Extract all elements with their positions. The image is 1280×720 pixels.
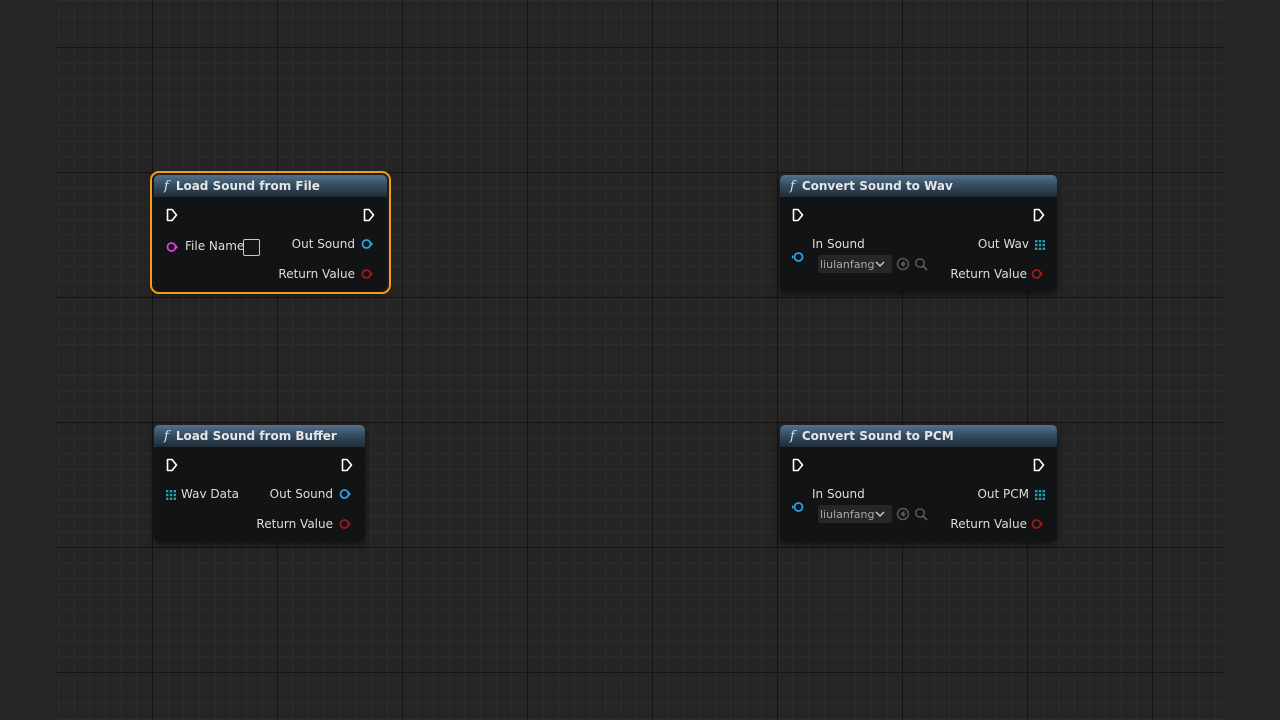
exec-out-pin[interactable] [1033, 458, 1045, 472]
return-value-pin[interactable] [339, 518, 351, 530]
sound-asset-dropdown[interactable]: liulanfang [818, 505, 892, 523]
node-convert-sound-to-wav[interactable]: f Convert Sound to Wav In Sound liulanfa… [780, 175, 1057, 291]
exec-in-pin[interactable] [166, 458, 178, 472]
out-sound-pin[interactable] [339, 488, 351, 500]
chevron-down-icon [875, 261, 885, 268]
out-sound-label: Out Sound [291, 237, 355, 251]
node-header[interactable]: f Convert Sound to Wav [780, 175, 1057, 197]
in-sound-pin[interactable] [792, 251, 804, 263]
return-value-label: Return Value [278, 267, 355, 281]
out-pcm-label: Out PCM [977, 487, 1029, 501]
node-title: Load Sound from File [175, 179, 320, 193]
out-sound-label: Out Sound [269, 487, 333, 501]
file-name-pin[interactable] [166, 241, 178, 253]
exec-in-pin[interactable] [166, 208, 178, 222]
in-sound-pin[interactable] [792, 501, 804, 513]
function-icon: f [164, 428, 169, 444]
exec-in-pin[interactable] [792, 458, 804, 472]
node-title: Load Sound from Buffer [175, 429, 337, 443]
exec-out-pin[interactable] [341, 458, 353, 472]
in-sound-label: In Sound [812, 487, 865, 501]
exec-in-pin[interactable] [792, 208, 804, 222]
node-convert-sound-to-pcm[interactable]: f Convert Sound to PCM In Sound liulanfa… [780, 425, 1057, 541]
in-sound-label: In Sound [812, 237, 865, 251]
return-value-pin[interactable] [361, 268, 373, 280]
return-value-label: Return Value [256, 517, 333, 531]
node-load-sound-from-file[interactable]: f Load Sound from File File Name Out Sou… [150, 171, 391, 294]
chevron-down-icon [875, 511, 885, 518]
function-icon: f [790, 178, 795, 194]
out-wav-pin[interactable] [1035, 240, 1045, 250]
exec-out-pin[interactable] [363, 208, 375, 222]
wav-data-label: Wav Data [181, 487, 240, 501]
node-title: Convert Sound to PCM [801, 429, 954, 443]
return-value-pin[interactable] [1031, 518, 1043, 530]
node-load-sound-from-buffer[interactable]: f Load Sound from Buffer Wav Data Out So… [154, 425, 365, 541]
node-title: Convert Sound to Wav [801, 179, 953, 193]
browse-asset-icon[interactable] [914, 507, 928, 521]
file-name-checkbox[interactable] [243, 239, 260, 256]
graph-canvas[interactable] [56, 0, 1224, 720]
out-wav-label: Out Wav [977, 237, 1029, 251]
browse-asset-icon[interactable] [914, 257, 928, 271]
out-pcm-pin[interactable] [1035, 490, 1045, 500]
node-header[interactable]: f Convert Sound to PCM [780, 425, 1057, 447]
use-selected-asset-icon[interactable] [896, 507, 910, 521]
wav-data-pin[interactable] [166, 490, 176, 500]
return-value-pin[interactable] [1031, 268, 1043, 280]
function-icon: f [164, 178, 169, 194]
exec-out-pin[interactable] [1033, 208, 1045, 222]
node-header[interactable]: f Load Sound from Buffer [154, 425, 365, 447]
return-value-label: Return Value [950, 267, 1027, 281]
return-value-label: Return Value [950, 517, 1027, 531]
use-selected-asset-icon[interactable] [896, 257, 910, 271]
sound-asset-value: liulanfang [820, 257, 875, 271]
sound-asset-value: liulanfang [820, 507, 875, 521]
sound-asset-dropdown[interactable]: liulanfang [818, 255, 892, 273]
function-icon: f [790, 428, 795, 444]
node-header[interactable]: f Load Sound from File [154, 175, 387, 197]
out-sound-pin[interactable] [361, 238, 373, 250]
file-name-label: File Name [185, 239, 245, 253]
